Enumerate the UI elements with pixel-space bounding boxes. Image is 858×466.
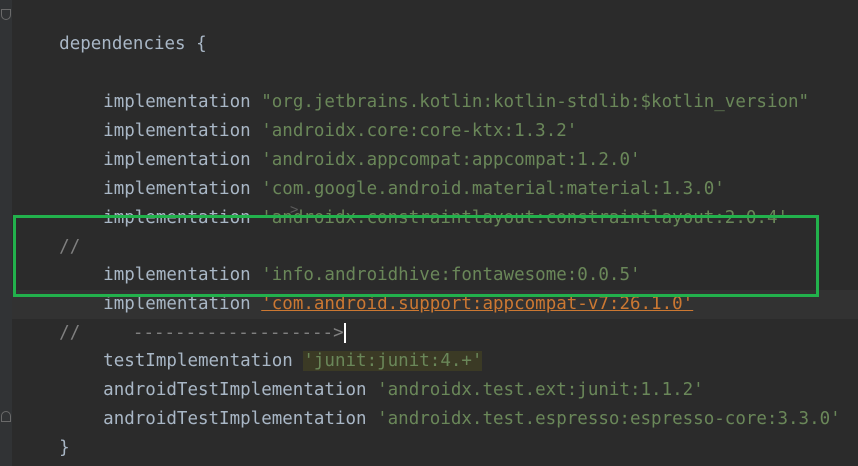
annotation-highlight-box — [13, 215, 819, 297]
code-line[interactable]: implementation 'androidx.core:core-ktx:1… — [61, 88, 577, 141]
code-editor[interactable]: dependencies { implementation "org.jetbr… — [0, 0, 858, 466]
code-line[interactable]: implementation 'androidx.constraintlayou… — [61, 175, 788, 228]
block-close-text: } — [59, 438, 70, 458]
code-line[interactable]: implementation 'com.google.android.mater… — [61, 146, 725, 199]
code-line[interactable]: androidTestImplementation 'androidx.test… — [61, 376, 841, 429]
editor-gutter — [0, 0, 12, 466]
code-line[interactable]: implementation 'androidx.appcompat:appco… — [61, 117, 640, 170]
code-line[interactable]: } — [17, 405, 70, 458]
code-line[interactable]: androidTestImplementation 'androidx.test… — [61, 347, 704, 400]
dependency-value: 'androidx.test.espresso:espresso-core:3.… — [377, 409, 841, 429]
fold-close-icon[interactable] — [1, 411, 11, 422]
code-line[interactable]: dependencies { — [17, 1, 207, 54]
code-line[interactable]: implementation "org.jetbrains.kotlin:kot… — [61, 59, 809, 112]
dependency-keyword: androidTestImplementation — [103, 409, 367, 429]
block-open-text: dependencies { — [59, 34, 207, 54]
fold-open-icon[interactable] — [1, 9, 11, 20]
code-line[interactable]: testImplementation 'junit:junit:4.+' — [61, 318, 483, 371]
